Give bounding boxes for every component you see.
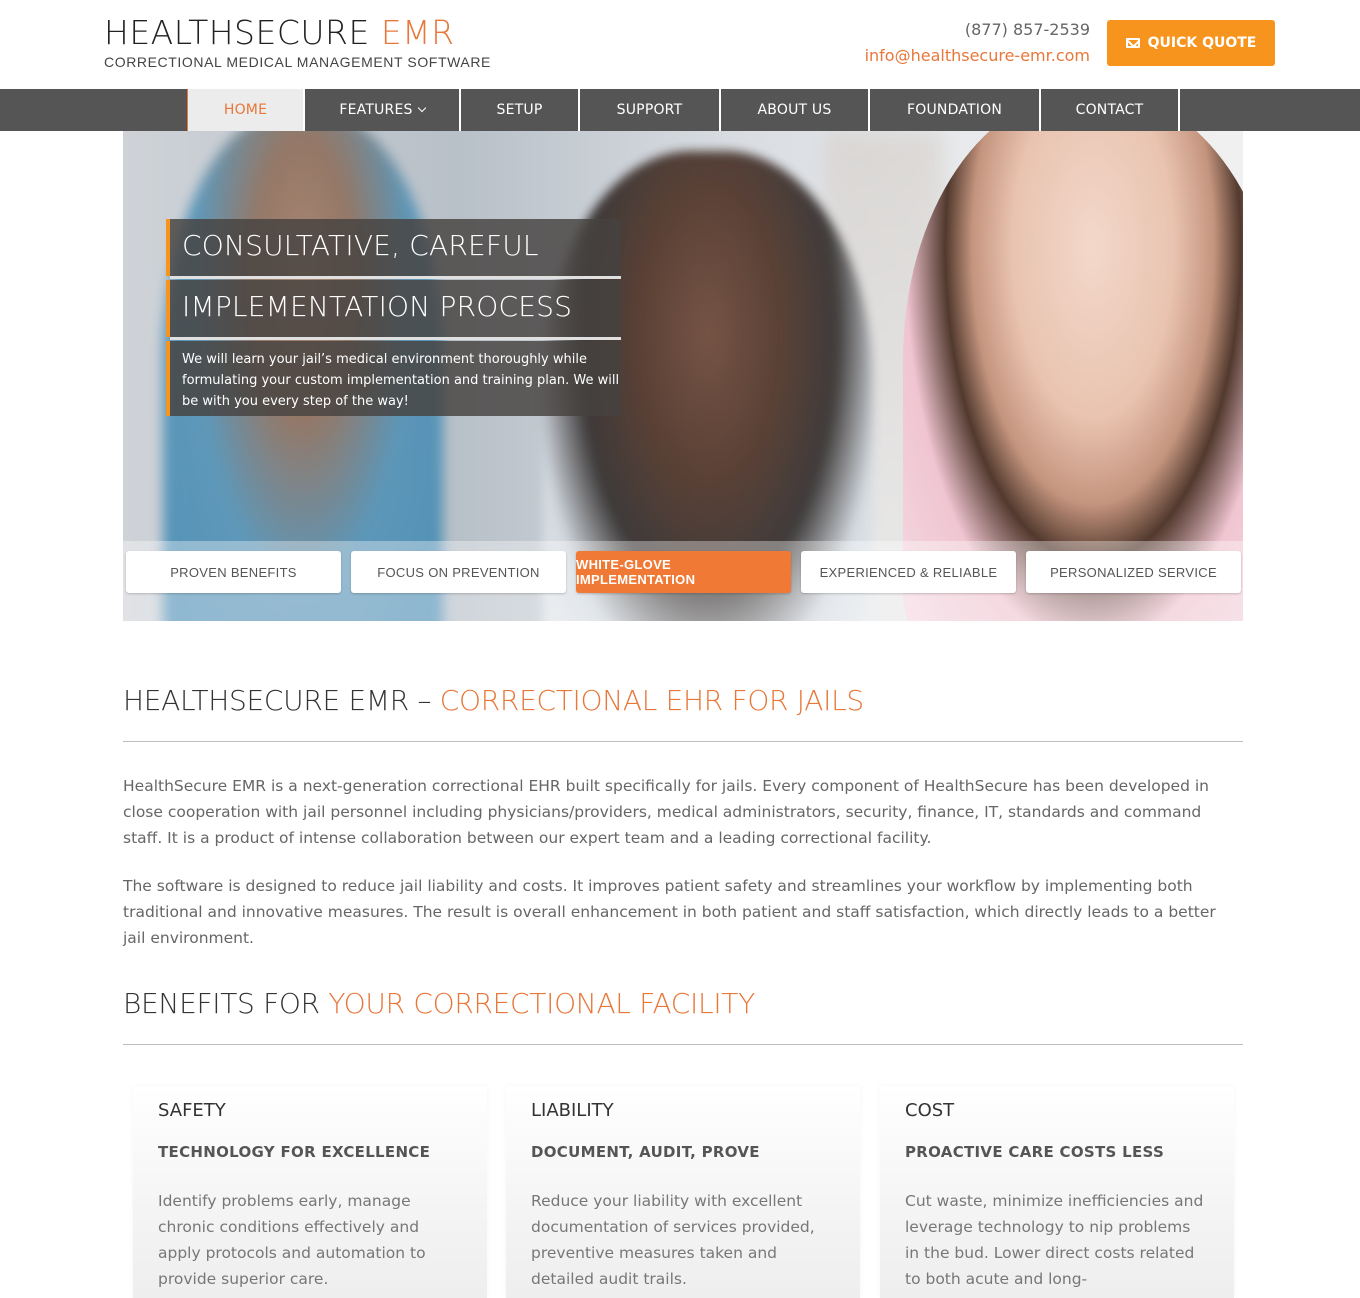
- hero-tab-white-glove-implementation[interactable]: WHITE-GLOVE IMPLEMENTATION: [576, 551, 791, 593]
- benefit-card-title: COST: [905, 1100, 955, 1121]
- logo-main-text: HEALTHSECURE: [104, 13, 370, 52]
- hero-caption-line2-text: IMPLEMENTATION PROCESS: [182, 290, 573, 323]
- intro-paragraph-1: HealthSecure EMR is a next-generation co…: [123, 777, 1209, 847]
- caption-divider: [170, 276, 621, 279]
- section-divider: [123, 1044, 1243, 1045]
- section-divider: [123, 741, 1243, 742]
- logo-accent-text: EMR: [380, 13, 455, 52]
- nav-item-setup[interactable]: SETUP: [461, 89, 580, 131]
- hero-caption-line2: IMPLEMENTATION PROCESS: [166, 280, 621, 337]
- hero-caption-line1: CONSULTATIVE, CAREFUL: [166, 219, 621, 276]
- benefits-heading: BENEFITS FOR YOUR CORRECTIONAL FACILITY: [123, 987, 755, 1020]
- nav-item-home[interactable]: HOME: [187, 89, 305, 131]
- nav-label: ABOUT US: [757, 102, 832, 118]
- benefit-card-body: Cut waste, minimize inefficiencies and l…: [905, 1192, 1204, 1288]
- benefit-card-liability: LIABILITY DOCUMENT, AUDIT, PROVE Reduce …: [506, 1086, 860, 1298]
- logo-wordmark: HEALTHSECURE EMR: [104, 14, 491, 52]
- nav-label: SUPPORT: [616, 102, 683, 118]
- nav-item-foundation[interactable]: FOUNDATION: [870, 89, 1041, 131]
- hero-tab-focus-on-prevention[interactable]: FOCUS ON PREVENTION: [351, 551, 566, 593]
- intro-heading-accent: CORRECTIONAL EHR FOR JAILS: [439, 684, 864, 717]
- nav-item-features[interactable]: FEATURES: [305, 89, 461, 131]
- hero-caption-body-text: We will learn your jail’s medical enviro…: [182, 352, 620, 409]
- phone-link[interactable]: (877) 857-2539: [865, 20, 1090, 40]
- site-header: HEALTHSECURE EMR CORRECTIONAL MEDICAL MA…: [0, 0, 1360, 89]
- benefit-card-subtitle: PROACTIVE CARE COSTS LESS: [905, 1143, 1165, 1161]
- hero-tab-experienced-reliable[interactable]: EXPERIENCED & RELIABLE: [801, 551, 1016, 593]
- hero-tab-proven-benefits[interactable]: PROVEN BENEFITS: [126, 551, 341, 593]
- benefit-card-safety: SAFETY TECHNOLOGY FOR EXCELLENCE Identif…: [133, 1086, 487, 1298]
- benefit-card-body: Identify problems early, manage chronic …: [158, 1192, 426, 1288]
- hero-slider: CONSULTATIVE, CAREFUL IMPLEMENTATION PRO…: [123, 131, 1243, 621]
- benefits-heading-plain: BENEFITS FOR: [123, 987, 329, 1020]
- nav-items: HOME FEATURES SETUP SUPPORT ABOUT US FOU…: [187, 89, 1180, 131]
- intro-heading-plain: HEALTHSECURE EMR –: [123, 684, 440, 717]
- hero-tab-bar: PROVEN BENEFITS FOCUS ON PREVENTION WHIT…: [123, 541, 1243, 621]
- contact-block: (877) 857-2539 info@healthsecure-emr.com: [865, 20, 1090, 66]
- intro-heading: HEALTHSECURE EMR – CORRECTIONAL EHR FOR …: [123, 684, 864, 717]
- nav-item-about-us[interactable]: ABOUT US: [721, 89, 870, 131]
- benefit-card-body: Reduce your liability with excellent doc…: [531, 1192, 815, 1288]
- email-link[interactable]: info@healthsecure-emr.com: [865, 46, 1090, 66]
- caption-divider: [170, 337, 621, 340]
- intro-paragraph-2: The software is designed to reduce jail …: [123, 877, 1216, 947]
- hero-caption-body: We will learn your jail’s medical enviro…: [166, 341, 621, 416]
- quick-quote-button[interactable]: QUICK QUOTE: [1107, 20, 1275, 66]
- nav-label: CONTACT: [1075, 102, 1144, 118]
- nav-label: SETUP: [496, 102, 543, 118]
- chevron-down-icon: [417, 103, 426, 113]
- nav-label: FOUNDATION: [907, 102, 1002, 118]
- quick-quote-label: QUICK QUOTE: [1147, 35, 1257, 51]
- envelope-icon: [1125, 38, 1140, 48]
- main-nav: HOME FEATURES SETUP SUPPORT ABOUT US FOU…: [0, 89, 1360, 131]
- nav-label: HOME: [223, 102, 268, 118]
- benefit-card-subtitle: DOCUMENT, AUDIT, PROVE: [531, 1143, 760, 1161]
- benefit-card-subtitle: TECHNOLOGY FOR EXCELLENCE: [158, 1143, 431, 1161]
- hero-tab-personalized-service[interactable]: PERSONALIZED SERVICE: [1026, 551, 1241, 593]
- site-logo[interactable]: HEALTHSECURE EMR CORRECTIONAL MEDICAL MA…: [104, 14, 491, 71]
- benefit-card-cost: COST PROACTIVE CARE COSTS LESS Cut waste…: [880, 1086, 1234, 1298]
- benefit-card-title: SAFETY: [158, 1100, 226, 1121]
- hero-caption-line1-text: CONSULTATIVE, CAREFUL: [182, 229, 539, 262]
- nav-label: FEATURES: [339, 102, 413, 118]
- nav-item-support[interactable]: SUPPORT: [580, 89, 721, 131]
- benefit-card-title: LIABILITY: [531, 1100, 614, 1121]
- benefits-heading-accent: YOUR CORRECTIONAL FACILITY: [328, 987, 755, 1020]
- nav-item-contact[interactable]: CONTACT: [1041, 89, 1180, 131]
- logo-tagline: CORRECTIONAL MEDICAL MANAGEMENT SOFTWARE: [104, 54, 491, 70]
